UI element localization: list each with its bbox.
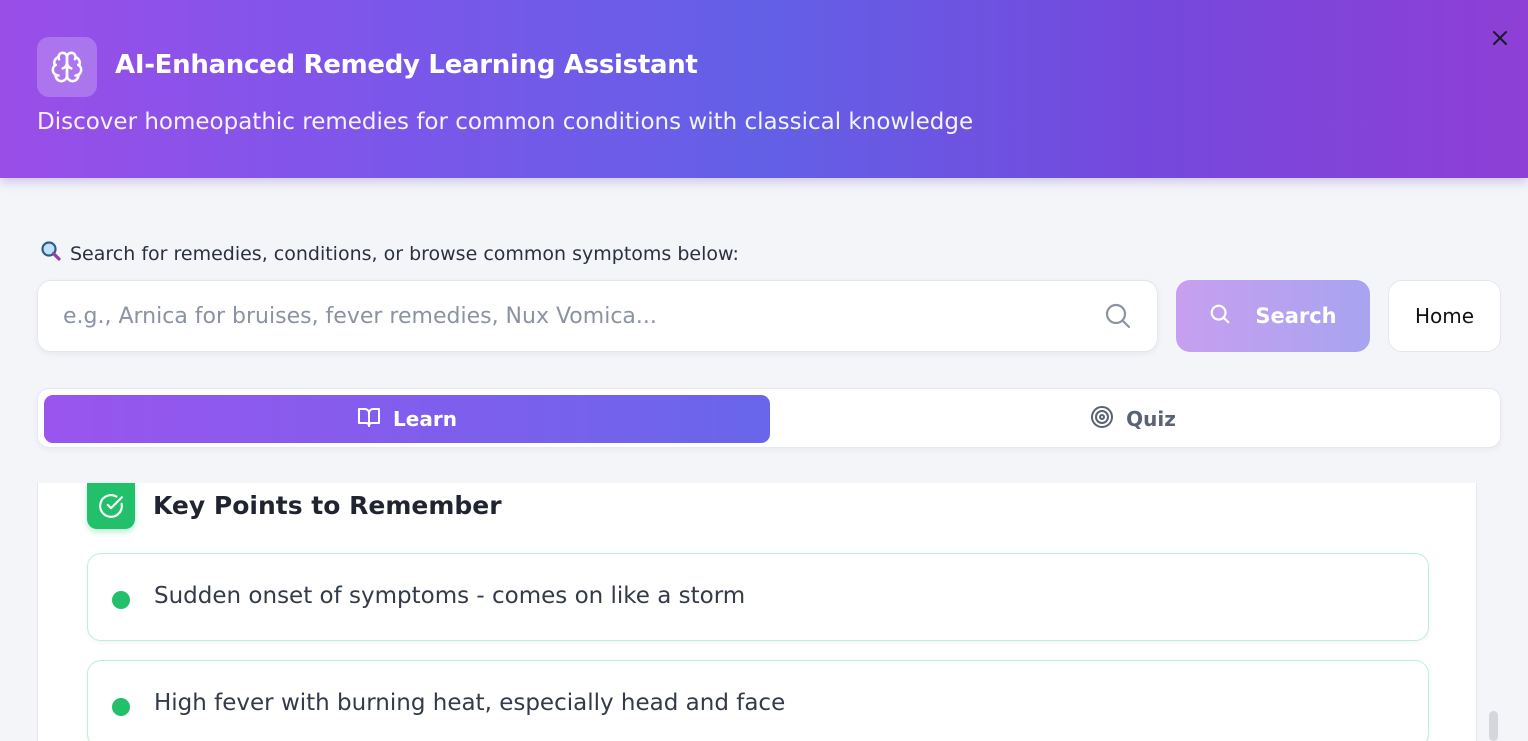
brain-icon	[37, 37, 97, 97]
key-point-text: Sudden onset of symptoms - comes on like…	[154, 583, 746, 609]
tab-quiz[interactable]: Quiz	[770, 395, 1496, 443]
content-panel: Key Points to Remember Sudden onset of s…	[37, 483, 1477, 741]
close-icon[interactable]	[1488, 26, 1512, 50]
app-title: AI-Enhanced Remedy Learning Assistant	[115, 50, 698, 80]
search-label-text: Search for remedies, conditions, or brow…	[70, 242, 739, 265]
list-item: High fever with burning heat, especially…	[87, 660, 1429, 741]
app-header: AI-Enhanced Remedy Learning Assistant Di…	[0, 0, 1528, 178]
mode-tabs: Learn Quiz	[37, 388, 1501, 448]
search-icon	[1209, 303, 1231, 330]
search-button-label: Search	[1255, 304, 1337, 328]
bullet-dot	[112, 698, 130, 716]
search-button[interactable]: Search	[1176, 280, 1370, 352]
list-item: Sudden onset of symptoms - comes on like…	[87, 553, 1429, 641]
scrollbar-thumb[interactable]	[1489, 711, 1498, 741]
tab-learn[interactable]: Learn	[44, 395, 770, 443]
app-subtitle: Discover homeopathic remedies for common…	[37, 109, 974, 135]
home-button[interactable]: Home	[1388, 280, 1501, 352]
search-icon	[1104, 302, 1132, 334]
magnifier-emoji-icon	[40, 240, 62, 267]
tab-learn-label: Learn	[393, 407, 457, 431]
check-circle-icon	[87, 483, 135, 529]
search-field	[37, 280, 1158, 352]
book-open-icon	[357, 405, 381, 434]
tab-quiz-label: Quiz	[1126, 407, 1176, 431]
key-point-text: High fever with burning heat, especially…	[154, 690, 786, 716]
bullet-dot	[112, 591, 130, 609]
target-icon	[1090, 405, 1114, 434]
search-label: Search for remedies, conditions, or brow…	[40, 240, 739, 267]
key-points-title: Key Points to Remember	[153, 491, 502, 520]
search-input[interactable]	[38, 281, 1098, 351]
